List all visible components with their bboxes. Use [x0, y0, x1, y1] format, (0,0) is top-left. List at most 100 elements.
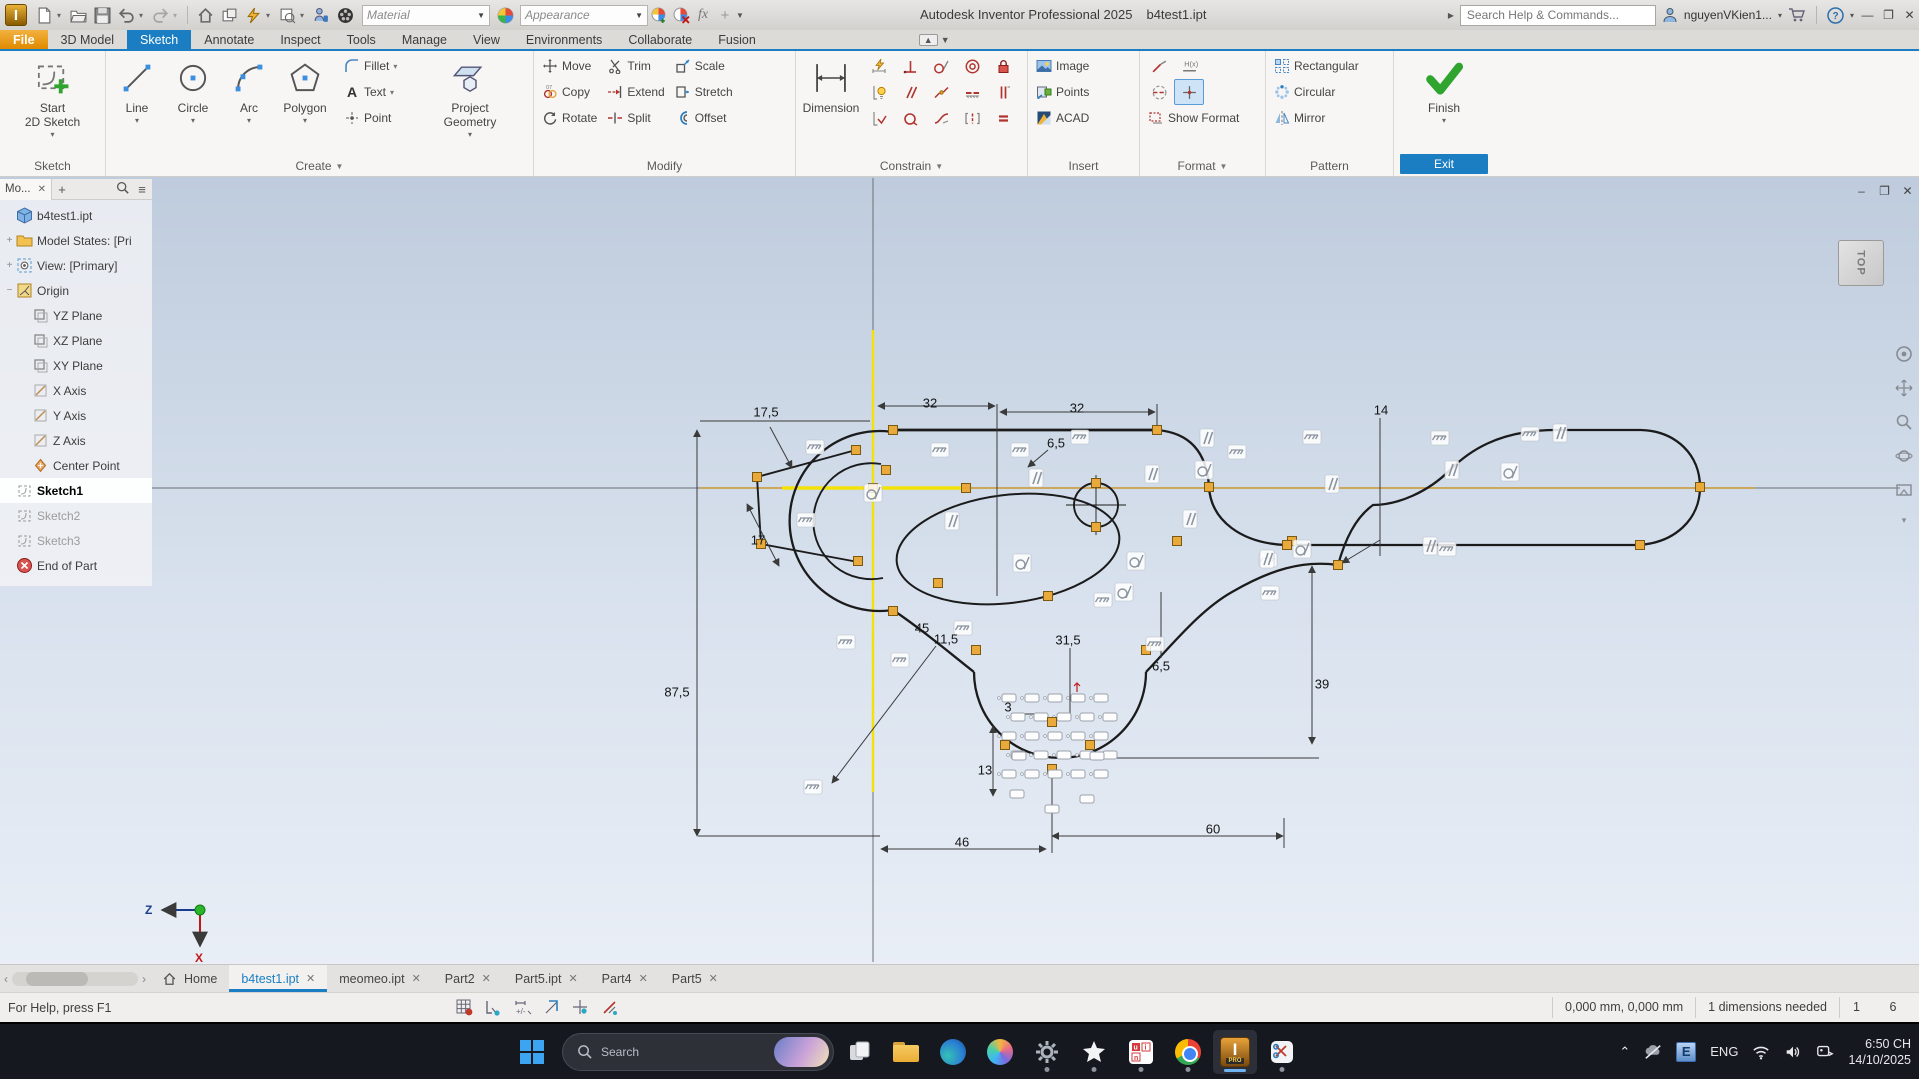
start-2d-sketch-button[interactable]: Start 2D Sketch ▾	[13, 53, 93, 156]
new-file-caret[interactable]: ▾	[57, 11, 65, 20]
qat-add-icon[interactable]: +	[714, 4, 736, 26]
rotate-button[interactable]: Rotate	[538, 105, 601, 131]
user-presence-icon[interactable]	[310, 4, 332, 26]
undo-icon[interactable]	[115, 4, 137, 26]
tab-scroll-thumb[interactable]	[26, 971, 88, 986]
ink-app-button[interactable]	[1072, 1030, 1116, 1074]
redo-icon[interactable]	[149, 4, 171, 26]
browser-item-origin[interactable]: − Origin	[0, 278, 152, 303]
center-point-toggle[interactable]	[1174, 79, 1204, 105]
panel-label-create[interactable]: Create ▼	[106, 156, 533, 176]
tree-expand-icon[interactable]: +	[4, 235, 15, 246]
undo-caret[interactable]: ▾	[139, 11, 147, 20]
constraint-collinear-button[interactable]	[957, 79, 988, 105]
tab-scroll-right-icon[interactable]: ›	[142, 972, 146, 986]
wifi-icon[interactable]	[1752, 1043, 1770, 1061]
viewcube[interactable]: TOP	[1838, 240, 1884, 286]
circle-caret[interactable]: ▾	[191, 116, 195, 125]
switch-windows-icon[interactable]	[218, 4, 240, 26]
arc-caret[interactable]: ▾	[247, 116, 251, 125]
browser-add-icon[interactable]: +	[52, 182, 72, 197]
sketch-dimension[interactable]: 32	[1070, 401, 1084, 416]
orbit-icon[interactable]	[1895, 447, 1913, 465]
polygon-button[interactable]: Polygon ▾	[278, 53, 332, 156]
constraint-tangent-button[interactable]	[926, 53, 957, 79]
tab-tools[interactable]: Tools	[334, 30, 389, 49]
tab-scrollbar[interactable]: ‹ ›	[0, 965, 150, 992]
sketch-dimension[interactable]: 60	[1206, 822, 1220, 837]
search-highlight-image[interactable]	[774, 1036, 829, 1067]
doc-minimize-button[interactable]: –	[1854, 182, 1869, 200]
chrome-button[interactable]	[1166, 1030, 1210, 1074]
centerline-toggle[interactable]	[1144, 79, 1174, 105]
browser-item-sketch1[interactable]: Sketch1	[0, 478, 152, 503]
project-caret[interactable]: ▾	[468, 130, 472, 139]
task-view-button[interactable]	[837, 1030, 881, 1074]
constraint-coincident-button[interactable]	[926, 79, 957, 105]
sketch-dimension[interactable]: 46	[955, 835, 969, 850]
browser-item-center-point[interactable]: Center Point	[0, 453, 152, 478]
start-button[interactable]	[512, 1032, 552, 1072]
tree-expand-icon[interactable]: −	[4, 285, 15, 296]
constraint-inference-icon[interactable]	[484, 998, 503, 1017]
edge-button[interactable]	[931, 1030, 975, 1074]
home-icon[interactable]	[194, 4, 216, 26]
tab-fusion[interactable]: Fusion	[705, 30, 769, 49]
settings-button[interactable]	[1025, 1030, 1069, 1074]
dimension-display-icon[interactable]: +/-	[513, 998, 532, 1017]
polygon-caret[interactable]: ▾	[303, 116, 307, 125]
finish-sketch-button[interactable]: Finish ▾	[1405, 53, 1483, 154]
zoom-icon[interactable]	[1895, 413, 1913, 431]
show-format-button[interactable]: Show Format	[1144, 105, 1243, 131]
bolt-caret[interactable]: ▾	[266, 11, 274, 20]
close-button[interactable]: ✕	[1902, 6, 1917, 24]
sketch-dimension[interactable]: 11,5	[934, 632, 958, 647]
fx-parameters-icon[interactable]: fx	[692, 4, 714, 26]
material-dropdown[interactable]: Material ▼	[362, 4, 490, 26]
line-caret[interactable]: ▾	[135, 116, 139, 125]
circle-button[interactable]: Circle ▾	[166, 53, 220, 156]
copilot-button[interactable]	[978, 1030, 1022, 1074]
constraint-equal-button[interactable]	[988, 105, 1019, 131]
doc-tab-meomeo-ipt[interactable]: meomeo.ipt ✕	[327, 965, 433, 992]
store-cart-icon[interactable]	[1788, 7, 1806, 23]
browser-item-model-states-pri[interactable]: + Model States: [Pri	[0, 228, 152, 253]
extend-button[interactable]: Extend	[603, 79, 668, 105]
image-button[interactable]: Image	[1032, 53, 1093, 79]
open-icon[interactable]	[67, 4, 89, 26]
browser-item-sketch2[interactable]: Sketch2	[0, 503, 152, 528]
taskbar-search[interactable]: Search	[562, 1032, 834, 1071]
browser-item-y-axis[interactable]: Y Axis	[0, 403, 152, 428]
input-method-icon[interactable]: E	[1676, 1041, 1697, 1062]
minimize-button[interactable]: —	[1860, 6, 1875, 24]
constraint-autodim-button[interactable]	[864, 53, 895, 79]
tree-expand-icon[interactable]: +	[4, 260, 15, 271]
snipping-tool-button[interactable]	[1260, 1030, 1304, 1074]
doc-tab-close-icon[interactable]: ✕	[306, 972, 315, 985]
construction-toggle[interactable]	[1144, 53, 1174, 79]
arc-button[interactable]: Arc ▾	[222, 53, 276, 156]
copy-button[interactable]: 07 Copy	[538, 79, 601, 105]
offset-button[interactable]: Offset	[671, 105, 737, 131]
browser-item-z-axis[interactable]: Z Axis	[0, 428, 152, 453]
help-search-input[interactable]: Search Help & Commands...	[1459, 4, 1656, 26]
clear-appearance-icon[interactable]	[670, 4, 692, 26]
doc-tab-part2[interactable]: Part2 ✕	[433, 965, 503, 992]
browser-search-icon[interactable]	[112, 181, 132, 197]
sketch-dimension[interactable]: 87,5	[664, 685, 689, 700]
constraint-parallel-button[interactable]	[895, 79, 926, 105]
dimension-button[interactable]: Dimension	[800, 53, 862, 156]
ribbon-collapse-caret[interactable]: ▼	[941, 35, 950, 45]
constraint-lock-button[interactable]	[988, 53, 1019, 79]
annotation-scale-icon[interactable]	[542, 998, 561, 1017]
circular-pattern-button[interactable]: Circular	[1270, 79, 1363, 105]
measure-preview-icon[interactable]	[276, 4, 298, 26]
sync-photos-icon[interactable]	[1816, 1043, 1835, 1061]
volume-icon[interactable]	[1784, 1043, 1802, 1061]
search-expand-arrow[interactable]: ▸	[1448, 8, 1454, 22]
sketch-dimension[interactable]: 17	[751, 533, 765, 548]
taskbar-clock[interactable]: 6:50 CH 14/10/2025	[1848, 1036, 1911, 1068]
qat-customize-caret[interactable]: ▼	[736, 11, 744, 20]
browser-item-sketch3[interactable]: Sketch3	[0, 528, 152, 553]
unikey-button[interactable]: nui	[1119, 1030, 1163, 1074]
